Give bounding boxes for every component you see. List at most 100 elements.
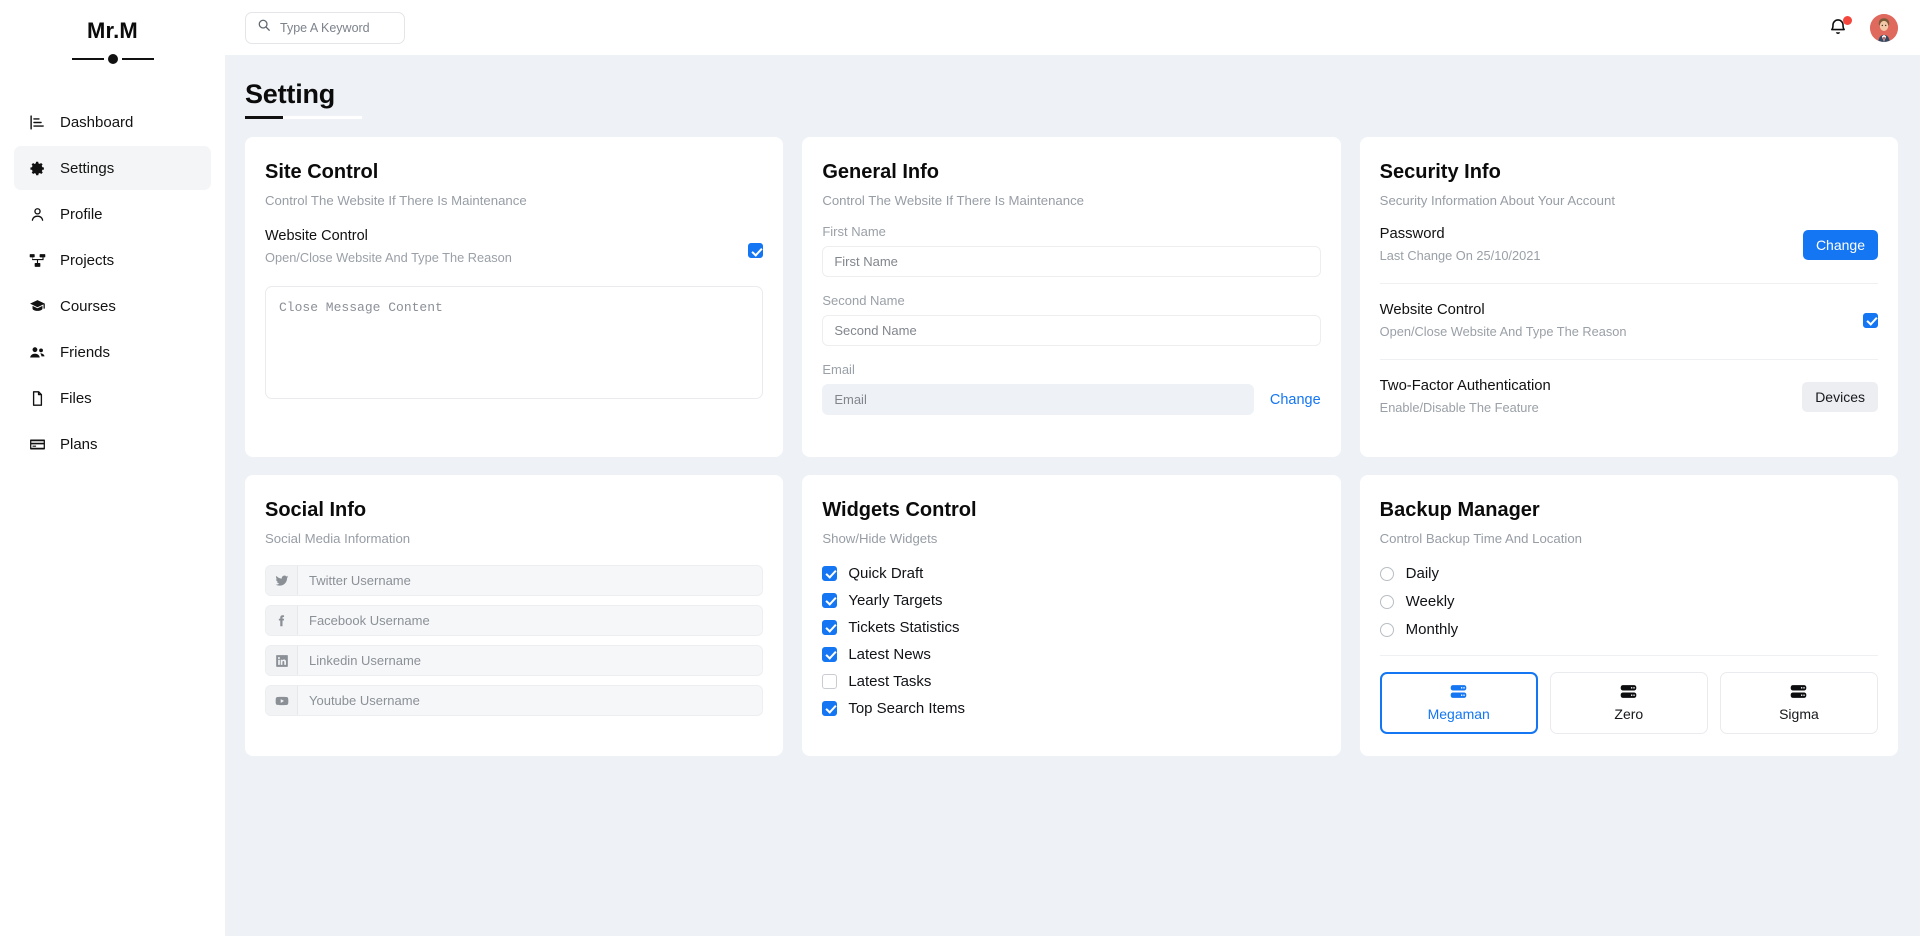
widget-item-latest-tasks[interactable]: Latest Tasks: [822, 673, 1320, 690]
widget-list: Quick Draft Yearly Targets Tickets Stati…: [822, 565, 1320, 717]
sidebar-item-profile[interactable]: Profile: [14, 192, 211, 236]
sidebar-item-plans[interactable]: Plans: [14, 422, 211, 466]
website-control-label: Website Control: [265, 228, 368, 244]
graduation-cap-icon: [28, 297, 46, 315]
avatar[interactable]: [1870, 13, 1898, 42]
backup-radio-daily[interactable]: [1379, 566, 1394, 581]
server-icon: [1450, 684, 1467, 699]
close-message-textarea[interactable]: [265, 286, 764, 399]
first-name-input[interactable]: [822, 246, 1321, 277]
social-row-twitter: [265, 565, 764, 596]
backup-schedule-weekly[interactable]: Weekly: [1379, 593, 1878, 610]
sidebar-item-label: Files: [60, 389, 92, 407]
card-social-info: Social Info Social Media Information: [245, 475, 784, 756]
file-icon: [28, 389, 46, 407]
two-factor-devices-button[interactable]: Devices: [1802, 381, 1878, 412]
widget-item-quick-draft[interactable]: Quick Draft: [822, 565, 1320, 582]
sidebar-item-dashboard[interactable]: Dashboard: [14, 100, 211, 144]
backup-radio-weekly[interactable]: [1379, 594, 1394, 609]
backup-schedule-list: Daily Weekly Monthly: [1379, 565, 1878, 638]
card-subtitle: Security Information About Your Account: [1379, 193, 1615, 208]
backup-server-label: Megaman: [1427, 706, 1490, 722]
security-website-control-checkbox[interactable]: [1862, 313, 1878, 328]
website-control-checkbox-holder: [748, 228, 764, 260]
email-change-link[interactable]: Change: [1270, 392, 1321, 408]
password-text: Password Last Change On 25/10/2021: [1380, 226, 1541, 263]
brand: Mr.M: [14, 0, 211, 64]
sidebar-item-projects[interactable]: Projects: [14, 238, 211, 282]
sidebar-item-friends[interactable]: Friends: [14, 330, 211, 374]
two-factor-label: Two-Factor Authentication: [1379, 378, 1551, 394]
social-row-linkedin: [265, 645, 764, 676]
field-second-name: Second Name: [822, 293, 1321, 346]
server-icon: [1790, 684, 1807, 699]
widget-label: Quick Draft: [848, 565, 924, 582]
password-label: Password: [1379, 226, 1445, 242]
website-control-checkbox[interactable]: [748, 243, 764, 259]
sidebar-item-files[interactable]: Files: [14, 376, 211, 420]
field-label: First Name: [822, 224, 886, 239]
sidebar: Mr.M Dashboard Settings Profile Projects…: [0, 0, 225, 936]
brand-line-right: [121, 58, 154, 60]
backup-server-label: Zero: [1614, 706, 1644, 722]
card-title: Security Info: [1379, 161, 1501, 183]
backup-radio-monthly[interactable]: [1379, 622, 1394, 637]
user-icon: [28, 205, 46, 223]
brand-line-left: [71, 58, 104, 60]
social-row-youtube: [265, 685, 764, 716]
backup-server-zero[interactable]: Zero: [1549, 672, 1708, 734]
backup-server-sigma[interactable]: Sigma: [1719, 672, 1878, 734]
widget-item-tickets-statistics[interactable]: Tickets Statistics: [822, 619, 1320, 636]
field-email: Email Change: [822, 362, 1321, 415]
security-website-control-label: Website Control: [1379, 302, 1485, 318]
email-input[interactable]: [822, 384, 1254, 415]
widget-item-latest-news[interactable]: Latest News: [822, 646, 1320, 663]
brand-dot: [107, 54, 118, 64]
card-subtitle: Show/Hide Widgets: [822, 531, 938, 546]
website-control-sub: Open/Close Website And Type The Reason: [265, 250, 512, 265]
widget-checkbox-quick-draft[interactable]: [822, 566, 838, 581]
widget-checkbox-latest-tasks[interactable]: [822, 674, 838, 689]
search-box[interactable]: [245, 11, 405, 44]
card-security-info: Security Info Security Information About…: [1359, 137, 1898, 457]
email-row: Change: [822, 384, 1321, 415]
widget-checkbox-latest-news[interactable]: [822, 647, 838, 662]
search-input[interactable]: [280, 20, 393, 35]
password-sub: Last Change On 25/10/2021: [1379, 248, 1541, 263]
widget-checkbox-yearly-targets[interactable]: [822, 593, 838, 608]
security-website-control-sub: Open/Close Website And Type The Reason: [1379, 324, 1627, 339]
linkedin-username-input[interactable]: [298, 646, 763, 675]
widget-label: Latest News: [848, 646, 931, 663]
security-website-control-row: Website Control Open/Close Website And T…: [1380, 284, 1878, 359]
settings-grid: Site Control Control The Website If Ther…: [245, 137, 1898, 756]
card-title: Backup Manager: [1379, 499, 1540, 521]
backup-schedule-monthly[interactable]: Monthly: [1379, 621, 1878, 638]
page-title: Setting: [245, 79, 336, 109]
backup-schedule-label: Monthly: [1405, 621, 1459, 638]
backup-server-megaman[interactable]: Megaman: [1379, 672, 1538, 734]
widget-checkbox-tickets-statistics[interactable]: [822, 620, 838, 635]
two-factor-sub: Enable/Disable The Feature: [1379, 400, 1539, 415]
brand-name: Mr.M: [87, 18, 138, 43]
widget-item-top-search-items[interactable]: Top Search Items: [822, 700, 1320, 717]
sidebar-item-courses[interactable]: Courses: [14, 284, 211, 328]
password-change-button[interactable]: Change: [1802, 229, 1878, 260]
social-list: [265, 565, 764, 716]
card-title: General Info: [822, 161, 940, 183]
underline-dark: [245, 116, 283, 119]
widget-label: Latest Tasks: [848, 673, 932, 690]
brand-divider: [14, 54, 211, 64]
topbar: [225, 0, 1920, 55]
twitter-username-input[interactable]: [298, 566, 763, 595]
backup-schedule-daily[interactable]: Daily: [1379, 565, 1878, 582]
sidebar-item-settings[interactable]: Settings: [14, 146, 211, 190]
facebook-username-input[interactable]: [298, 606, 763, 635]
second-name-input[interactable]: [822, 315, 1321, 346]
youtube-username-input[interactable]: [298, 686, 763, 715]
widget-item-yearly-targets[interactable]: Yearly Targets: [822, 592, 1320, 609]
widget-checkbox-top-search-items[interactable]: [822, 701, 838, 716]
sidebar-item-label: Courses: [60, 297, 116, 315]
widget-label: Tickets Statistics: [848, 619, 960, 636]
bell-icon[interactable]: [1828, 15, 1852, 39]
field-label: Email: [822, 362, 855, 377]
